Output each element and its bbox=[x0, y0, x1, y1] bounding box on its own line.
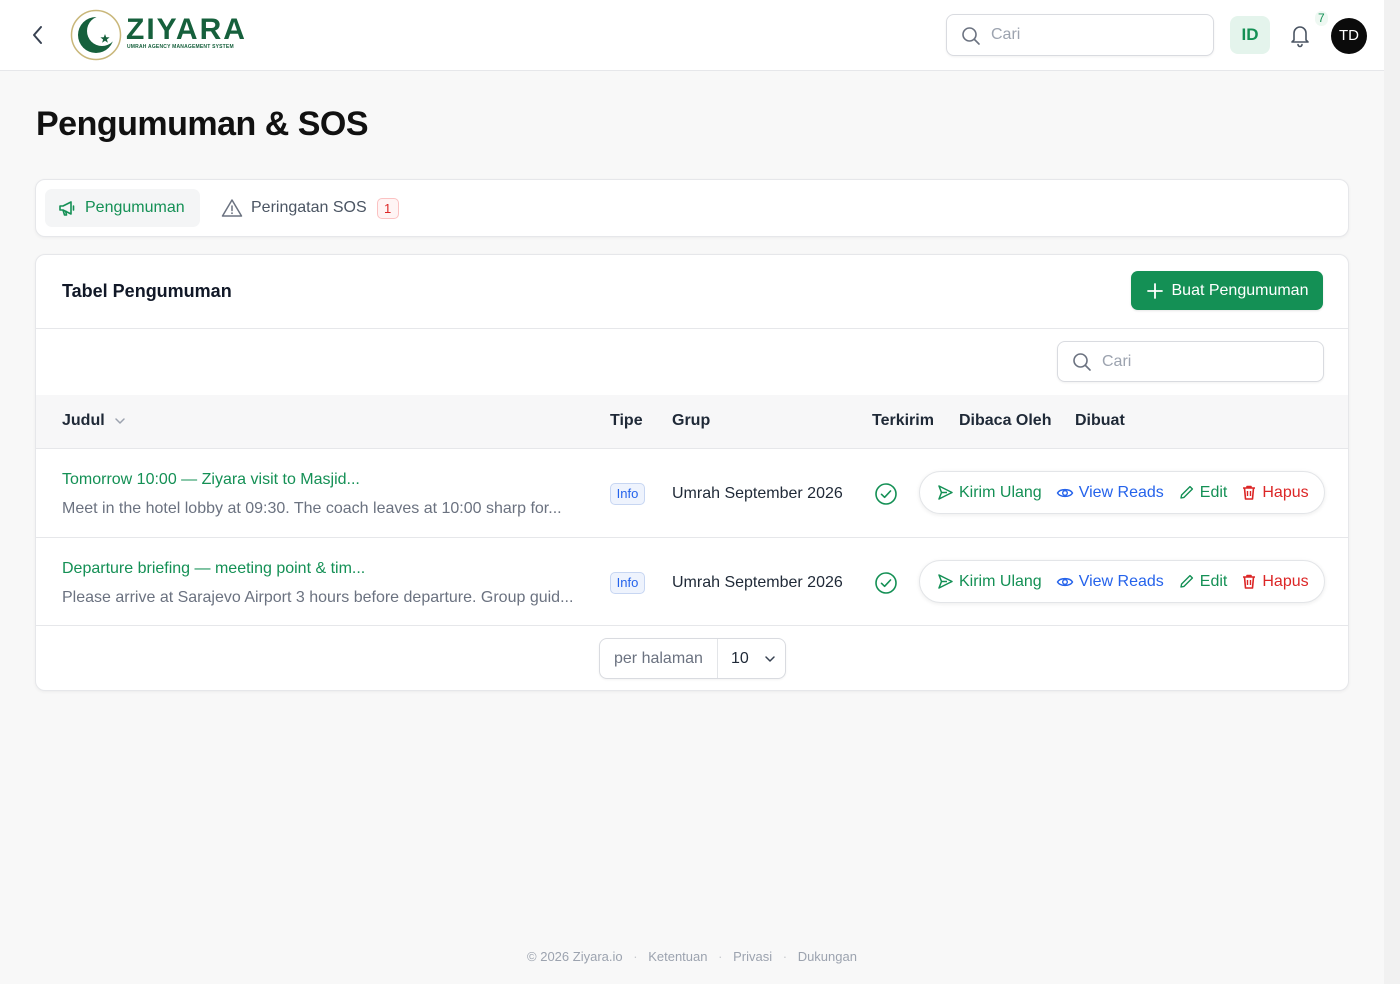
megaphone-icon bbox=[59, 201, 75, 216]
view-reads-label: View Reads bbox=[1078, 483, 1164, 501]
pencil-icon bbox=[1180, 574, 1193, 588]
resend-label: Kirim Ulang bbox=[959, 572, 1042, 590]
top-bar: ZIYARA UMRAH AGENCY MANAGEMENT SYSTEM ID… bbox=[0, 0, 1384, 71]
separator: · bbox=[633, 949, 638, 964]
edit-label: Edit bbox=[1199, 572, 1228, 590]
separator: · bbox=[782, 949, 788, 964]
chevron-left-icon bbox=[33, 26, 42, 44]
group-name: Umrah September 2026 bbox=[672, 485, 843, 502]
footer-link-privasi[interactable]: Privasi bbox=[733, 949, 772, 964]
edit-label: Edit bbox=[1199, 483, 1228, 501]
column-header-grup: Grup bbox=[672, 412, 711, 429]
tab-label: Peringatan SOS bbox=[251, 199, 367, 216]
edit-button[interactable]: Edit bbox=[1178, 572, 1228, 591]
footer-link-dukungan[interactable]: Dukungan bbox=[798, 949, 857, 964]
per-page-select[interactable]: 10 bbox=[718, 639, 786, 678]
notifications-button[interactable] bbox=[1288, 22, 1312, 48]
delete-label: Hapus bbox=[1262, 572, 1309, 590]
row-actions: Kirim Ulang View Reads Edit Hapus bbox=[919, 471, 1325, 514]
global-search[interactable] bbox=[946, 14, 1214, 56]
pencil-icon bbox=[1180, 485, 1193, 499]
send-icon bbox=[938, 574, 953, 589]
logo-wordmark: ZIYARA bbox=[126, 13, 247, 46]
search-icon bbox=[962, 27, 980, 45]
column-header-dibuat: Dibuat bbox=[1075, 412, 1125, 429]
delete-button[interactable]: Hapus bbox=[1241, 483, 1309, 502]
row-actions: Kirim Ulang View Reads Edit Hapus bbox=[919, 560, 1325, 603]
per-page-label: per halaman bbox=[614, 650, 703, 667]
per-page-value: 10 bbox=[731, 649, 749, 667]
view-reads-label: View Reads bbox=[1078, 572, 1164, 590]
check-circle-icon bbox=[875, 572, 897, 594]
edit-button[interactable]: Edit bbox=[1178, 483, 1228, 502]
plus-icon bbox=[1146, 282, 1163, 299]
announcements-table-card: Tabel Pengumuman Buat Pengumuman Judul T… bbox=[35, 254, 1349, 691]
type-badge: Info bbox=[610, 483, 645, 505]
language-switcher[interactable]: ID bbox=[1230, 16, 1270, 54]
tab-label: Pengumuman bbox=[85, 199, 185, 216]
column-header-terkirim: Terkirim bbox=[872, 412, 934, 429]
trash-icon bbox=[1243, 485, 1256, 500]
footer: © 2026 Ziyara.io · Ketentuan · Privasi ·… bbox=[0, 949, 1384, 964]
bell-icon bbox=[1291, 26, 1309, 48]
table-search[interactable] bbox=[1057, 341, 1324, 382]
resend-button[interactable]: Kirim Ulang bbox=[937, 573, 1042, 591]
chevron-down-icon bbox=[765, 655, 775, 662]
scrollbar-track[interactable] bbox=[1384, 0, 1400, 984]
divider bbox=[36, 328, 1348, 329]
delete-label: Hapus bbox=[1262, 483, 1309, 501]
crescent-star-logo-icon bbox=[70, 9, 122, 61]
table-row: Departure briefing — meeting point & tim… bbox=[36, 538, 1348, 626]
tabs-bar: Pengumuman Peringatan SOS 1 bbox=[35, 179, 1349, 237]
announcement-title-link[interactable]: Tomorrow 10:00 — Ziyara visit to Masjid.… bbox=[62, 471, 360, 489]
type-badge: Info bbox=[610, 572, 645, 594]
chevron-down-icon bbox=[114, 418, 125, 424]
logo-tagline: UMRAH AGENCY MANAGEMENT SYSTEM bbox=[127, 44, 234, 50]
resend-button[interactable]: Kirim Ulang bbox=[937, 484, 1042, 502]
notification-count-badge: 7 bbox=[1315, 11, 1328, 26]
trash-icon bbox=[1243, 574, 1256, 589]
sos-count-badge: 1 bbox=[376, 197, 399, 219]
check-circle-icon bbox=[875, 483, 897, 505]
resend-label: Kirim Ulang bbox=[959, 483, 1042, 501]
separator: · bbox=[718, 949, 723, 964]
divider bbox=[36, 625, 1348, 626]
user-avatar[interactable]: TD bbox=[1331, 18, 1367, 54]
column-header-tipe: Tipe bbox=[610, 412, 643, 429]
footer-link-ketentuan[interactable]: Ketentuan bbox=[648, 949, 707, 964]
page-title: Pengumuman & SOS bbox=[36, 105, 369, 143]
eye-icon bbox=[1056, 577, 1073, 586]
delete-button[interactable]: Hapus bbox=[1241, 572, 1309, 591]
table-row: Tomorrow 10:00 — Ziyara visit to Masjid.… bbox=[36, 449, 1348, 537]
table-header: Judul Tipe Grup Terkirim Dibaca Oleh Dib… bbox=[36, 395, 1348, 448]
global-search-input[interactable] bbox=[991, 23, 1201, 47]
warning-triangle-icon bbox=[221, 199, 243, 217]
per-page-control: per halaman 10 bbox=[599, 638, 786, 679]
column-label: Judul bbox=[62, 412, 105, 429]
announcement-preview: Meet in the hotel lobby at 09:30. The co… bbox=[62, 500, 562, 517]
tab-peringatan-sos[interactable]: Peringatan SOS 1 bbox=[209, 189, 411, 227]
view-reads-button[interactable]: View Reads bbox=[1056, 484, 1164, 502]
table-search-input[interactable] bbox=[1102, 350, 1312, 374]
eye-icon bbox=[1056, 488, 1073, 497]
view-reads-button[interactable]: View Reads bbox=[1056, 573, 1164, 591]
tab-pengumuman[interactable]: Pengumuman bbox=[45, 189, 200, 227]
back-button[interactable] bbox=[26, 22, 50, 48]
create-announcement-button[interactable]: Buat Pengumuman bbox=[1131, 271, 1323, 310]
announcement-title-link[interactable]: Departure briefing — meeting point & tim… bbox=[62, 560, 365, 578]
announcement-preview: Please arrive at Sarajevo Airport 3 hour… bbox=[62, 589, 574, 606]
copyright: © 2026 Ziyara.io bbox=[527, 949, 623, 964]
send-icon bbox=[938, 485, 953, 500]
group-name: Umrah September 2026 bbox=[672, 574, 843, 591]
create-announcement-label: Buat Pengumuman bbox=[1171, 281, 1309, 299]
card-title: Tabel Pengumuman bbox=[62, 281, 232, 301]
search-icon bbox=[1073, 353, 1091, 371]
ziyara-logo[interactable]: ZIYARA UMRAH AGENCY MANAGEMENT SYSTEM bbox=[70, 9, 260, 61]
column-header-judul[interactable]: Judul bbox=[62, 412, 127, 430]
column-header-dibaca-oleh: Dibaca Oleh bbox=[959, 412, 1052, 429]
